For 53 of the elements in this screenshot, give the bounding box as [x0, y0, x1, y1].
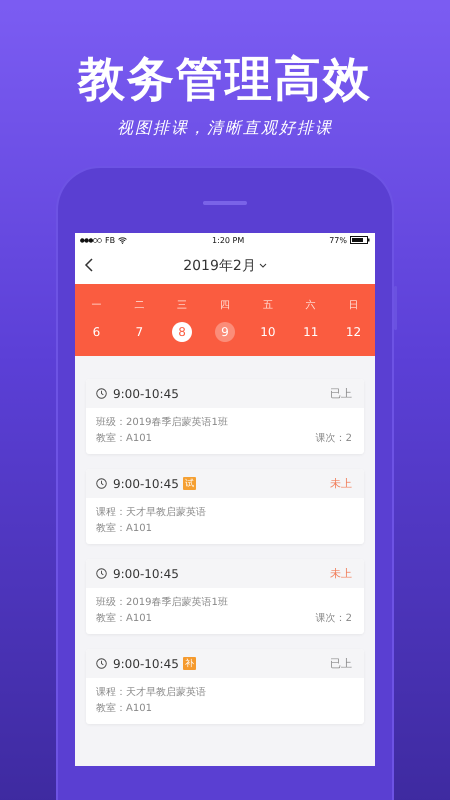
lesson-card[interactable]: 9:00-10:45 已上 班级：2019春季启蒙英语1班 教室：A101 课次：2 — [86, 379, 364, 454]
lesson-count: 课次：2 — [316, 612, 352, 626]
subtitle: 视图排课，清晰直观好排课 — [117, 118, 333, 138]
lesson-detail: 教室：A101 — [96, 612, 152, 626]
lesson-detail: 教室：A101 — [96, 702, 152, 716]
signal-icon — [80, 238, 102, 242]
clock-time: 1:20 PM — [212, 236, 244, 244]
weekday-label: 六 — [304, 298, 317, 313]
headline: 教务管理高效 — [78, 52, 372, 108]
lesson-detail: 班级：2019春季启蒙英语1班 — [96, 596, 228, 610]
lesson-status: 未上 — [330, 476, 352, 491]
carrier-label: FB — [105, 236, 116, 244]
date-button[interactable]: 6 — [86, 322, 106, 342]
lesson-status: 已上 — [330, 656, 352, 671]
date-button[interactable]: 11 — [300, 322, 321, 342]
battery-icon — [350, 236, 370, 244]
date-button[interactable]: 9 — [214, 322, 235, 342]
clock-icon — [96, 658, 107, 669]
weekday-label: 二 — [133, 299, 146, 313]
lesson-detail: 教室：A101 — [96, 432, 152, 446]
clock-icon — [96, 388, 107, 399]
lesson-detail: 班级：2019春季启蒙英语1班 — [96, 416, 228, 430]
lesson-tag: 试 — [182, 477, 196, 490]
lesson-detail: 课程：天才早教启蒙英语 — [96, 506, 206, 520]
lesson-detail: 教室：A101 — [96, 522, 152, 536]
lesson-time: 9:00-10:45 — [113, 476, 179, 490]
lesson-detail: 课程：天才早教启蒙英语 — [96, 686, 206, 700]
lesson-card[interactable]: 9:00-10:45 补 已上 课程：天才早教启蒙英语 教室：A101 — [86, 649, 364, 724]
lesson-status: 未上 — [330, 566, 352, 581]
lesson-time: 9:00-10:45 — [113, 566, 179, 580]
battery-percent: 77% — [329, 236, 347, 244]
lesson-status: 已上 — [330, 386, 352, 401]
lesson-card[interactable]: 9:00-10:45 试 未上 课程：天才早教启蒙英语 教室：A101 — [86, 469, 364, 544]
month-selector[interactable]: 2019年2月 — [183, 256, 267, 274]
lesson-count: 课次：2 — [316, 432, 352, 446]
date-button[interactable]: 7 — [129, 322, 150, 342]
weekday-label: 三 — [176, 299, 188, 313]
wifi-icon — [118, 236, 128, 244]
clock-icon — [96, 568, 107, 579]
lesson-time: 9:00-10:45 — [113, 386, 179, 400]
date-button[interactable]: 8 — [172, 322, 192, 342]
clock-icon — [96, 478, 107, 489]
weekday-label: 日 — [348, 299, 360, 313]
weekday-label: 一 — [90, 299, 102, 313]
weekday-label: 五 — [262, 299, 274, 313]
lesson-tag: 补 — [182, 657, 196, 670]
weekday-label: 四 — [218, 299, 231, 313]
date-button[interactable]: 10 — [258, 322, 278, 342]
lesson-time: 9:00-10:45 — [113, 656, 179, 670]
lesson-card[interactable]: 9:00-10:45 未上 班级：2019春季启蒙英语1班 教室：A101 课次：2 — [86, 559, 364, 634]
speaker-slot — [203, 201, 247, 205]
chevron-down-icon — [258, 263, 267, 268]
date-button[interactable]: 12 — [344, 322, 364, 342]
